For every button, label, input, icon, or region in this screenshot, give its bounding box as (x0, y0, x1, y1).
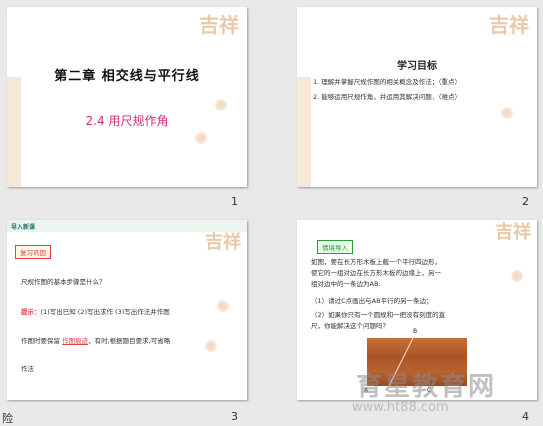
edge-text: 险 (2, 412, 13, 425)
decor-strip (7, 77, 21, 187)
figure-label-b: B (413, 328, 418, 335)
slide-number: 3 (231, 410, 238, 423)
seal-decoration: 吉祥 (199, 13, 239, 37)
blossom-decoration (215, 99, 227, 111)
note-line: 作图时要保留 作图痕迹，有时,根据题目要求,可省略 (21, 335, 170, 345)
problem-line: 尺，你能解决这个问题吗？ (311, 322, 389, 330)
note-end: 作法 (21, 365, 34, 373)
problem-line: 使它的一组对边在长方形木板的边缘上，另一 (311, 269, 441, 277)
seal-decoration: 吉祥 (489, 13, 529, 37)
hint-line: 提示：(1)写出已知 (2)写出求作 (3)写出作法并作图 (21, 306, 170, 316)
blossom-decoration (501, 107, 513, 119)
slide-thumbnail-1[interactable]: 吉祥 第二章 相交线与平行线 2.4 用尺规作角 (7, 7, 247, 187)
note-prefix: 作图时要保留 (21, 337, 60, 345)
problem-line: 如图，要在长方形木板上截一个平行四边形， (311, 258, 441, 266)
review-label: 复习巩固 (15, 245, 51, 259)
slide-title: 第二章 相交线与平行线 (54, 69, 200, 84)
header-band (7, 220, 247, 232)
slide-thumbnail-3[interactable]: 导入新课 吉祥 复习巩固 尺规作图的基本步骤是什么？ 提示：(1)写出已知 (2… (7, 220, 247, 400)
blossom-decoration (205, 340, 217, 352)
watermark-site: 育星教育网 (356, 372, 497, 402)
problem-line: （2）如果你只有一个圆规和一把没有刻度的直 (311, 311, 446, 319)
seal-decoration: 吉祥 (205, 232, 241, 253)
note-suffix: ，有时,根据题目要求,可省略 (88, 337, 171, 345)
watermark-url: www.ht88.com (352, 400, 449, 415)
blossom-decoration (217, 300, 229, 312)
section-tag: 导入新课 (11, 224, 36, 231)
problem-line: （1）请过C点画出与AB平行的另一条边； (311, 297, 433, 305)
note-link: 作图痕迹 (62, 337, 89, 345)
intro-label: 情境导入 (317, 240, 353, 254)
seal-decoration: 吉祥 (495, 222, 531, 243)
hint-text: (1)写出已知 (2)写出求作 (3)写出作法并作图 (40, 308, 170, 316)
blossom-decoration (511, 270, 523, 282)
problem-line: 组对边中的一条边为AB. (311, 280, 381, 288)
slide-thumbnail-2[interactable]: 吉祥 学习目标 1. 理解并掌握尺规作图的相关概念及作法；（重点） 2. 能够运… (297, 7, 537, 187)
objectives-heading: 学习目标 (397, 61, 437, 72)
question-text: 尺规作图的基本步骤是什么？ (21, 278, 106, 286)
objective-item: 2. 能够运用尺规作角，并运用其解决问题．（难点） (313, 93, 462, 101)
slide-number: 4 (522, 410, 529, 423)
slide-number: 2 (522, 195, 529, 208)
objective-item: 1. 理解并掌握尺规作图的相关概念及作法；（重点） (313, 78, 462, 86)
blossom-decoration (195, 132, 207, 144)
slide-subtitle: 2.4 用尺规作角 (85, 114, 169, 128)
slide-number: 1 (231, 195, 238, 208)
hint-label: 提示： (21, 308, 41, 316)
decor-strip (297, 77, 311, 187)
